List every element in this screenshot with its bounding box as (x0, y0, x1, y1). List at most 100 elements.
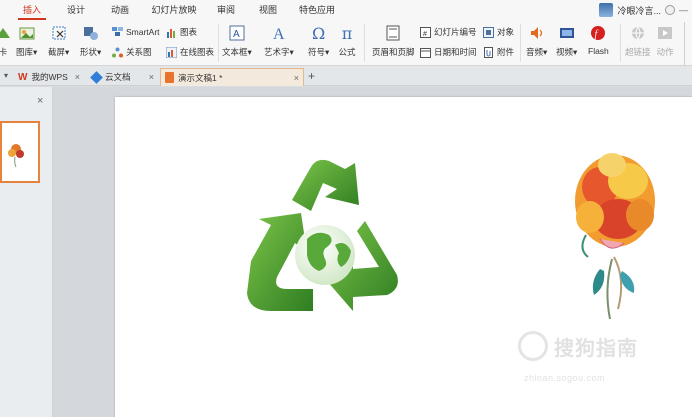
tab-label: 云文档 (105, 72, 131, 82)
chart-button[interactable]: 图表 (166, 26, 197, 38)
flash-label: Flash (588, 46, 609, 56)
tab-insert[interactable]: 插入 (14, 0, 50, 20)
tab-design[interactable]: 设计 (60, 0, 92, 20)
menu-bar: 插入 设计 动画 幻灯片放映 审阅 视图 特色应用 冷眼冷言... — (0, 0, 692, 20)
slide-thumbnail[interactable] (0, 121, 40, 183)
flower-image[interactable] (560, 139, 670, 329)
ribbon-scroll-edge (684, 22, 685, 66)
online-chart-label: 在线图表 (180, 47, 215, 57)
attachment-icon (483, 46, 494, 58)
symbol-button[interactable]: Ω 符号▾ (308, 24, 329, 58)
user-area[interactable]: 冷眼冷言... — (599, 0, 692, 20)
relation-chart-button[interactable]: 关系图 (112, 46, 152, 58)
textbox-label: 文本框 (222, 47, 248, 57)
date-time-label: 日期和时间 (434, 47, 477, 57)
notification-icon[interactable] (665, 5, 675, 15)
svg-text:A: A (233, 29, 240, 40)
film-icon (558, 24, 576, 42)
gallery-button[interactable]: 图库▾ (16, 24, 37, 58)
page-icon (384, 24, 402, 42)
date-time-button[interactable]: 日期和时间 (420, 46, 477, 58)
speaker-icon (528, 24, 546, 42)
watermark-text: 搜狗指南 (554, 338, 638, 360)
tab-view[interactable]: 视图 (252, 0, 284, 20)
action-button[interactable]: 动作 (656, 24, 674, 58)
tab-presentation-1[interactable]: 演示文稿1 * × (160, 68, 304, 86)
partial-label: 卡 (0, 47, 8, 57)
shapes-label: 形状 (80, 47, 98, 57)
relation-icon (112, 47, 123, 58)
hyperlink-button[interactable]: 超链接 (625, 24, 651, 58)
screenshot-label: 截屏 (48, 47, 66, 57)
object-button[interactable]: 对象 (483, 26, 514, 38)
flash-icon: f (589, 24, 607, 42)
minimize-icon[interactable]: — (679, 5, 688, 15)
tab-menu-arrow-icon[interactable]: ▾ (4, 71, 8, 80)
tab-slideshow[interactable]: 幻灯片放映 (148, 0, 200, 20)
smartart-button[interactable]: SmartArt (112, 26, 160, 37)
flash-button[interactable]: f Flash (588, 24, 609, 56)
audio-button[interactable]: 音频▾ (526, 24, 547, 58)
avatar[interactable] (599, 3, 614, 17)
slide-number-button[interactable]: # 幻灯片编号 (420, 26, 477, 38)
attachment-button[interactable]: 附件 (483, 46, 514, 58)
close-icon[interactable]: × (294, 73, 299, 83)
online-chart-icon (165, 46, 178, 58)
formula-button[interactable]: π 公式 (338, 24, 356, 58)
textbox-button[interactable]: A 文本框▾ (222, 24, 252, 58)
pi-icon: π (341, 23, 353, 43)
wordart-icon: A (270, 24, 288, 42)
ribbon: 卡 图库▾ 截屏▾ 形状▾ SmartArt 图表 关系图 在线图表 A 文本框… (0, 20, 692, 66)
video-label: 视频 (556, 47, 574, 57)
wps-logo-icon: W (18, 71, 28, 83)
smartart-icon (112, 26, 123, 37)
tab-special-apps[interactable]: 特色应用 (294, 0, 340, 20)
tab-label: 我的WPS (31, 72, 68, 82)
tab-cloud-docs[interactable]: 云文档 × (88, 68, 158, 86)
gallery-label: 图库 (16, 47, 34, 57)
gallery-icon (18, 24, 36, 42)
close-icon[interactable]: × (149, 72, 154, 82)
tab-review[interactable]: 审阅 (210, 0, 242, 20)
cloud-doc-icon (90, 70, 103, 84)
screenshot-button[interactable]: 截屏▾ (48, 24, 69, 58)
symbol-label: 符号 (308, 47, 326, 57)
partial-button[interactable]: 卡 (0, 24, 12, 58)
close-icon[interactable]: × (75, 72, 80, 82)
audio-label: 音频 (526, 47, 544, 57)
formula-label: 公式 (338, 47, 356, 57)
new-tab-plus-icon[interactable]: + (308, 69, 315, 83)
close-pane-icon[interactable]: × (37, 95, 43, 107)
tab-my-wps[interactable]: W 我的WPS × (14, 68, 84, 86)
smartart-label: SmartArt (126, 26, 160, 37)
wordart-label: 艺术字 (264, 47, 290, 57)
header-footer-button[interactable]: 页眉和页脚 (372, 24, 415, 58)
bar-chart-icon (166, 27, 177, 38)
action-label: 动作 (656, 47, 674, 57)
omega-icon: Ω (312, 23, 326, 43)
ribbon-divider (620, 24, 621, 62)
presentation-file-icon (165, 72, 174, 83)
calendar-icon (420, 47, 431, 58)
watermark-url: zhinan.sogou.com (524, 373, 606, 383)
textbox-icon: A (228, 24, 246, 42)
shapes-button[interactable]: 形状▾ (80, 24, 101, 58)
slide-number-icon: # (420, 26, 431, 38)
recycle-icon[interactable] (247, 155, 401, 339)
sogou-logo-icon (518, 331, 548, 361)
ribbon-divider (218, 24, 219, 62)
slide-number-label: 幻灯片编号 (434, 27, 477, 37)
wordart-button[interactable]: A 艺术字▾ (264, 24, 294, 58)
attachment-label: 附件 (497, 47, 515, 57)
tab-animation[interactable]: 动画 (104, 0, 136, 20)
svg-text:#: # (423, 31, 427, 38)
svg-text:A: A (273, 26, 285, 41)
header-footer-label: 页眉和页脚 (372, 47, 415, 57)
hyperlink-label: 超链接 (625, 47, 651, 57)
tab-label: 演示文稿1 * (178, 72, 223, 83)
video-button[interactable]: 视频▾ (556, 24, 577, 58)
online-chart-button[interactable]: 在线图表 (165, 46, 215, 58)
ribbon-divider (364, 24, 365, 62)
user-name[interactable]: 冷眼冷言... (617, 4, 661, 17)
object-label: 对象 (497, 27, 515, 37)
